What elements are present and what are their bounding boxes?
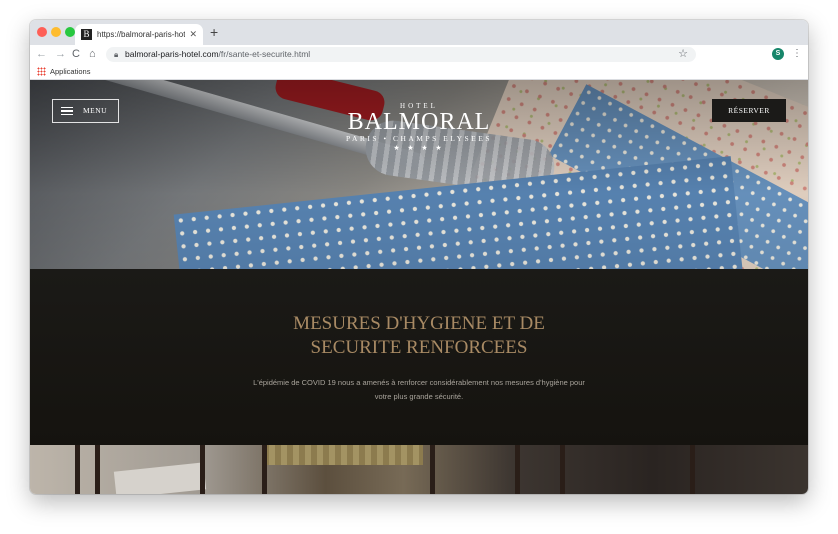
maximize-window-button[interactable] <box>65 27 75 37</box>
lobby-chair-leg <box>200 445 205 494</box>
tab-title: https://balmoral-paris-hotel.co <box>97 30 185 39</box>
address-bar[interactable]: 🔒︎ balmoral-paris-hotel.com/fr/sante-et-… <box>106 47 696 62</box>
bookmark-applications[interactable]: Applications <box>50 66 90 77</box>
lobby-image <box>30 445 808 494</box>
close-icon[interactable]: ✕ <box>189 28 197 40</box>
browser-tab[interactable]: B https://balmoral-paris-hotel.co ✕ <box>75 24 203 45</box>
minimize-window-button[interactable] <box>51 27 61 37</box>
lobby-chair-back <box>263 445 423 465</box>
lobby-chair-leg <box>75 445 80 494</box>
lobby-chair-leg <box>560 445 565 494</box>
web-page: MENU HOTEL BALMORAL PARIS • CHAMPS ELYSE… <box>30 80 808 494</box>
lock-icon[interactable]: 🔒︎ <box>114 49 118 60</box>
hygiene-section: MESURES D'HYGIENE ET DE SECURITE RENFORC… <box>30 269 808 445</box>
menu-label: MENU <box>83 106 108 115</box>
logo-subtitle-text: PARIS • CHAMPS ELYSEES <box>346 134 492 143</box>
hamburger-icon <box>61 107 73 115</box>
bookmarks-bar: Applications <box>30 64 808 80</box>
intro-text-line2: votre plus grande sécurité. <box>374 392 464 401</box>
intro-text-line1: L'épidémie de COVID 19 nous a amenés à r… <box>253 378 585 387</box>
forward-icon[interactable]: → <box>55 48 66 61</box>
page-title: MESURES D'HYGIENE ET DE SECURITE RENFORC… <box>219 312 619 360</box>
url-host: balmoral-paris-hotel.com <box>125 49 219 59</box>
back-icon[interactable]: ← <box>36 48 47 61</box>
new-tab-button[interactable]: + <box>210 23 218 41</box>
lobby-magazine <box>113 462 207 494</box>
intro-text: L'épidémie de COVID 19 nous a amenés à r… <box>229 376 609 404</box>
page-title-line1: MESURES D'HYGIENE ET DE <box>293 313 545 334</box>
logo-name-text: BALMORAL <box>347 109 491 135</box>
more-menu-icon[interactable]: ⋮ <box>792 47 802 61</box>
home-icon[interactable]: ⌂ <box>89 48 96 61</box>
lobby-chair-leg <box>95 445 100 494</box>
lobby-chair-leg <box>690 445 695 494</box>
browser-toolbar: ← → C ⌂ 🔒︎ balmoral-paris-hotel.com/fr/s… <box>30 45 808 64</box>
browser-window: B https://balmoral-paris-hotel.co ✕ + ← … <box>30 20 808 494</box>
lobby-chair-leg <box>430 445 435 494</box>
url-path: /fr/sante-et-securite.html <box>218 49 311 59</box>
url-text[interactable]: balmoral-paris-hotel.com/fr/sante-et-sec… <box>125 48 310 61</box>
profile-avatar[interactable]: S <box>772 48 784 60</box>
tab-strip: B https://balmoral-paris-hotel.co ✕ + <box>30 20 808 45</box>
bookmark-star-icon[interactable]: ☆ <box>678 47 688 62</box>
reserve-button[interactable]: RÉSERVER <box>712 99 786 122</box>
reload-icon[interactable]: C <box>72 48 80 61</box>
apps-grid-icon[interactable] <box>37 67 46 76</box>
close-window-button[interactable] <box>37 27 47 37</box>
page-title-line2: SECURITE RENFORCEES <box>310 337 528 358</box>
hotel-logo[interactable]: HOTEL BALMORAL PARIS • CHAMPS ELYSEES ★ … <box>319 102 519 153</box>
site-favicon-icon: B <box>81 29 92 40</box>
hero-banner: MENU HOTEL BALMORAL PARIS • CHAMPS ELYSE… <box>30 80 808 269</box>
lobby-chair-leg <box>515 445 520 494</box>
menu-button[interactable]: MENU <box>52 99 119 123</box>
logo-stars: ★ ★ ★ ★ <box>393 144 445 152</box>
lobby-chair-leg <box>262 445 267 494</box>
